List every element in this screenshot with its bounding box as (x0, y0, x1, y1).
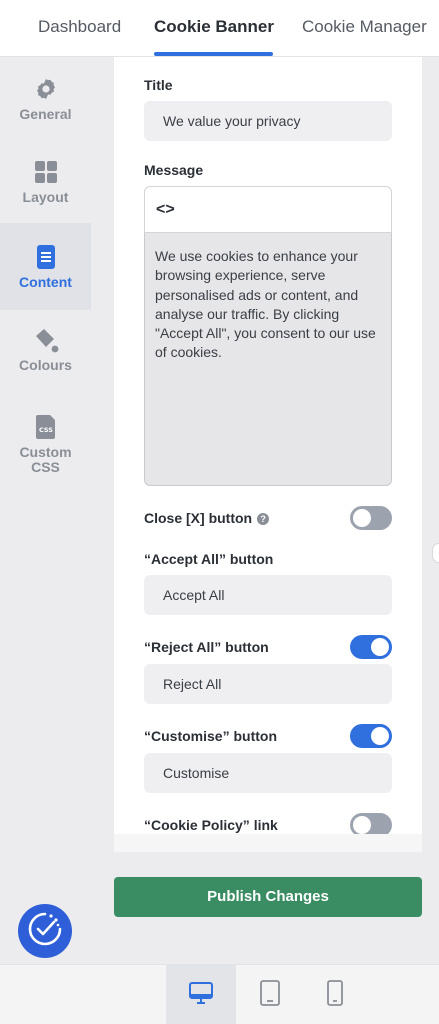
gear-icon (34, 77, 58, 101)
sidebar-item-colours[interactable]: Colours (0, 308, 91, 394)
close-button-label-text: Close [X] button (144, 510, 253, 526)
sidebar-item-label: Custom (19, 444, 72, 460)
code-icon[interactable]: <> (156, 201, 175, 219)
mobile-icon (326, 979, 344, 1011)
customise-label: “Customise” button (144, 728, 277, 744)
title-input[interactable]: We value your privacy (144, 101, 392, 141)
device-tablet-button[interactable] (235, 965, 305, 1024)
accept-all-input[interactable]: Accept All (144, 575, 392, 615)
sidebar-item-label-line2: CSS (31, 459, 60, 475)
scrollbar-handle[interactable] (432, 543, 439, 563)
paint-bucket-icon (33, 328, 59, 353)
cookie-check-badge[interactable] (18, 904, 72, 958)
sidebar-item-custom-css[interactable]: CSS Custom CSS (0, 395, 91, 495)
active-tab-indicator (154, 52, 273, 56)
close-button-label: Close [X] button? (144, 510, 270, 526)
grid-icon (34, 160, 58, 184)
sidebar-item-label: Content (19, 274, 72, 290)
customise-input[interactable]: Customise (144, 753, 392, 793)
publish-changes-button[interactable]: Publish Changes (114, 877, 422, 917)
message-label: Message (144, 162, 204, 178)
top-tab-bar: Dashboard Cookie Banner Cookie Manager (0, 0, 439, 57)
toggle-knob (371, 638, 389, 656)
tab-dashboard[interactable]: Dashboard (38, 17, 121, 37)
sidebar-item-label: Colours (19, 357, 72, 373)
accept-all-label: “Accept All” button (144, 551, 274, 567)
cookie-policy-label: “Cookie Policy” link (144, 817, 278, 833)
toggle-knob (371, 727, 389, 745)
title-label: Title (144, 77, 173, 93)
tab-cookie-manager[interactable]: Cookie Manager (302, 17, 427, 37)
css-file-icon: CSS (35, 415, 56, 439)
device-desktop-button[interactable] (166, 965, 236, 1024)
desktop-icon (188, 980, 214, 1011)
reject-all-label: “Reject All” button (144, 639, 269, 655)
device-preview-bar (0, 964, 439, 1024)
sidebar: General Layout Content Colours CSS Custo… (0, 57, 91, 964)
tablet-icon (259, 979, 281, 1011)
svg-text:CSS: CSS (39, 426, 53, 434)
reject-all-input[interactable]: Reject All (144, 664, 392, 704)
device-mobile-button[interactable] (300, 965, 370, 1024)
help-icon[interactable]: ? (257, 513, 270, 525)
reject-all-toggle[interactable] (350, 635, 392, 659)
document-icon (36, 245, 56, 269)
sidebar-item-label: Layout (22, 189, 69, 205)
message-textarea[interactable]: We use cookies to enhance your browsing … (144, 233, 392, 486)
cookie-check-icon (27, 911, 63, 952)
message-editor-toolbar: <> (144, 186, 392, 233)
sidebar-item-general[interactable]: General (0, 57, 91, 143)
close-button-toggle[interactable] (350, 506, 392, 530)
customise-toggle[interactable] (350, 724, 392, 748)
toggle-knob (353, 509, 371, 527)
panel-fade (114, 834, 422, 852)
sidebar-item-content[interactable]: Content (0, 223, 91, 310)
sidebar-item-label: General (19, 106, 72, 122)
toggle-knob (353, 816, 371, 834)
content-settings-panel: Title We value your privacy Message <> W… (114, 57, 422, 852)
tab-cookie-banner[interactable]: Cookie Banner (154, 17, 274, 37)
sidebar-item-layout[interactable]: Layout (0, 140, 91, 226)
